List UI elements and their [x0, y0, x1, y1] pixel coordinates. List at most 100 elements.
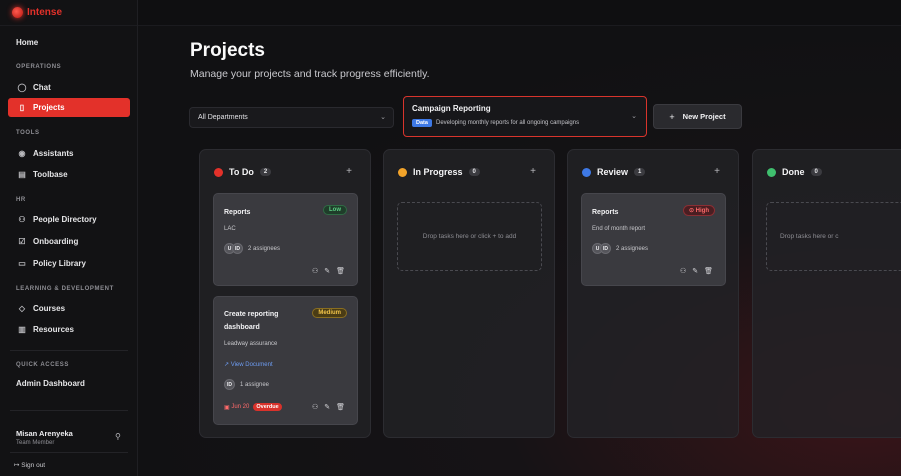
priority-label: High	[695, 208, 709, 214]
column-count: 2	[259, 168, 272, 176]
sidebar-item-people-directory[interactable]: ⚇ People Directory	[8, 210, 130, 229]
book-icon: ▥	[18, 325, 26, 334]
sidebar: Intense Home OPERATIONS ◯ Chat ▯ Project…	[0, 0, 138, 476]
sidebar-item-toolbase[interactable]: ▤ Toolbase	[8, 165, 130, 184]
plus-icon: +	[669, 111, 675, 122]
logo-icon	[12, 7, 23, 18]
edit-icon[interactable]: ✎	[324, 267, 330, 275]
priority-badge: ⊙ High	[682, 205, 715, 216]
assistant-icon: ◉	[18, 149, 26, 158]
graduation-cap-icon: ◇	[18, 304, 26, 313]
edit-icon[interactable]: ✎	[692, 267, 698, 275]
task-title: Reports	[224, 209, 251, 216]
external-link-icon: ↗	[224, 362, 230, 368]
priority-badge: Medium	[312, 308, 347, 318]
sidebar-item-resources[interactable]: ▥ Resources	[8, 320, 130, 339]
sidebar-item-policy-library[interactable]: ▭ Policy Library	[8, 254, 130, 273]
sidebar-divider	[10, 410, 128, 411]
edit-icon[interactable]: ✎	[324, 403, 330, 411]
section-learning: LEARNING & DEVELOPMENT	[16, 286, 114, 292]
priority-badge: Low	[323, 205, 347, 215]
user-icon[interactable]: ⚲	[115, 432, 121, 441]
chevron-down-icon: ⌄	[380, 114, 386, 121]
section-quick-access: QUICK ACCESS	[16, 362, 69, 368]
user-role: Team Member	[16, 440, 55, 446]
logo-text: Intense	[27, 7, 63, 18]
column-in-progress: In Progress 0 + Drop tasks here or click…	[383, 149, 555, 438]
sidebar-item-label: Toolbase	[33, 170, 68, 179]
sidebar-item-label: Home	[16, 38, 39, 47]
status-dot	[214, 167, 223, 177]
sidebar-item-chat[interactable]: ◯ Chat	[8, 78, 130, 97]
assignees[interactable]: ID 1 assignee	[224, 379, 269, 390]
sidebar-item-admin-dashboard[interactable]: Admin Dashboard	[8, 374, 130, 393]
status-dot	[582, 167, 591, 177]
sidebar-divider	[10, 452, 128, 453]
user-name: Misan Arenyeka	[16, 429, 73, 438]
assign-users-icon[interactable]: ⚇	[680, 267, 686, 275]
trash-icon[interactable]: 🗑	[704, 267, 713, 275]
task-card[interactable]: Create reporting dashboard Medium Leadwa…	[213, 296, 358, 425]
view-document-label: View Document	[230, 362, 273, 368]
add-task-button[interactable]: +	[346, 166, 352, 177]
assignees[interactable]: U ID 2 assignees	[592, 243, 648, 254]
chat-icon: ◯	[17, 83, 27, 92]
toolbox-icon: ▤	[18, 170, 26, 179]
assignee-count: 2 assignees	[248, 245, 281, 252]
assign-users-icon[interactable]: ⚇	[312, 267, 318, 275]
chevron-down-icon: ⌄	[631, 113, 637, 120]
drop-zone[interactable]: Drop tasks here or click + to add	[397, 202, 542, 271]
logo[interactable]: Intense	[0, 0, 137, 26]
task-card[interactable]: Reports Low LAC U ID 2 assignees ⚇ ✎ 🗑	[213, 193, 358, 286]
sign-out-icon: ↦	[14, 462, 20, 469]
sidebar-item-label: Courses	[33, 304, 66, 313]
page-title: Projects	[190, 40, 265, 61]
section-hr: HR	[16, 197, 26, 203]
due-date: ▣ Jun 20 Overdue	[224, 403, 282, 411]
assignees[interactable]: U ID 2 assignees	[224, 243, 280, 254]
project-select[interactable]: Campaign Reporting Data Developing month…	[403, 96, 647, 137]
department-select[interactable]: All Departments ⌄	[189, 107, 394, 128]
column-title: Review	[597, 167, 629, 177]
user-profile[interactable]: Misan Arenyeka Team Member	[16, 429, 73, 446]
column-count: 1	[634, 168, 646, 176]
task-description: End of month report	[592, 226, 646, 232]
task-title: Reports	[592, 209, 619, 216]
section-operations: OPERATIONS	[16, 64, 62, 70]
sidebar-item-label: Admin Dashboard	[16, 379, 85, 388]
drop-zone[interactable]: Drop tasks here or c	[766, 202, 901, 271]
assignee-count: 2 assignees	[616, 245, 649, 252]
sidebar-item-projects[interactable]: ▯ Projects	[8, 98, 130, 117]
column-done: Done 0 Drop tasks here or c	[752, 149, 901, 438]
sidebar-item-home[interactable]: Home	[8, 33, 130, 52]
sign-out-button[interactable]: ↦ Sign out	[14, 461, 45, 469]
overdue-badge: Overdue	[253, 403, 282, 411]
sidebar-item-label: Assistants	[33, 149, 74, 158]
due-date-value: Jun 20	[231, 404, 250, 410]
avatar: ID	[600, 243, 611, 254]
sidebar-item-label: Projects	[33, 103, 65, 112]
task-description: LAC	[224, 226, 236, 232]
sidebar-item-label: Chat	[33, 83, 51, 92]
trash-icon[interactable]: 🗑	[336, 403, 345, 411]
status-dot	[398, 167, 407, 177]
project-tag: Data	[412, 119, 432, 127]
kanban-board: To Do 2 + Reports Low LAC U ID 2 assigne…	[190, 140, 901, 476]
sidebar-divider	[10, 350, 128, 351]
status-dot	[767, 167, 776, 177]
add-task-button[interactable]: +	[530, 166, 536, 177]
sidebar-item-assistants[interactable]: ◉ Assistants	[8, 144, 130, 163]
new-project-button[interactable]: + New Project	[653, 104, 742, 129]
assign-users-icon[interactable]: ⚇	[312, 403, 318, 411]
task-card[interactable]: Reports ⊙ High End of month report U ID …	[581, 193, 726, 286]
task-description: Leadway assurance	[224, 341, 278, 347]
assignee-count: 1 assignee	[240, 381, 270, 388]
sign-out-label: Sign out	[21, 462, 46, 469]
task-title-line: dashboard	[224, 324, 260, 331]
add-task-button[interactable]: +	[714, 166, 720, 177]
trash-icon[interactable]: 🗑	[336, 267, 345, 275]
sidebar-item-courses[interactable]: ◇ Courses	[8, 299, 130, 318]
sidebar-item-label: Policy Library	[33, 259, 86, 268]
sidebar-item-onboarding[interactable]: ☑ Onboarding	[8, 232, 130, 251]
view-document-link[interactable]: ↗ View Document	[224, 361, 273, 368]
